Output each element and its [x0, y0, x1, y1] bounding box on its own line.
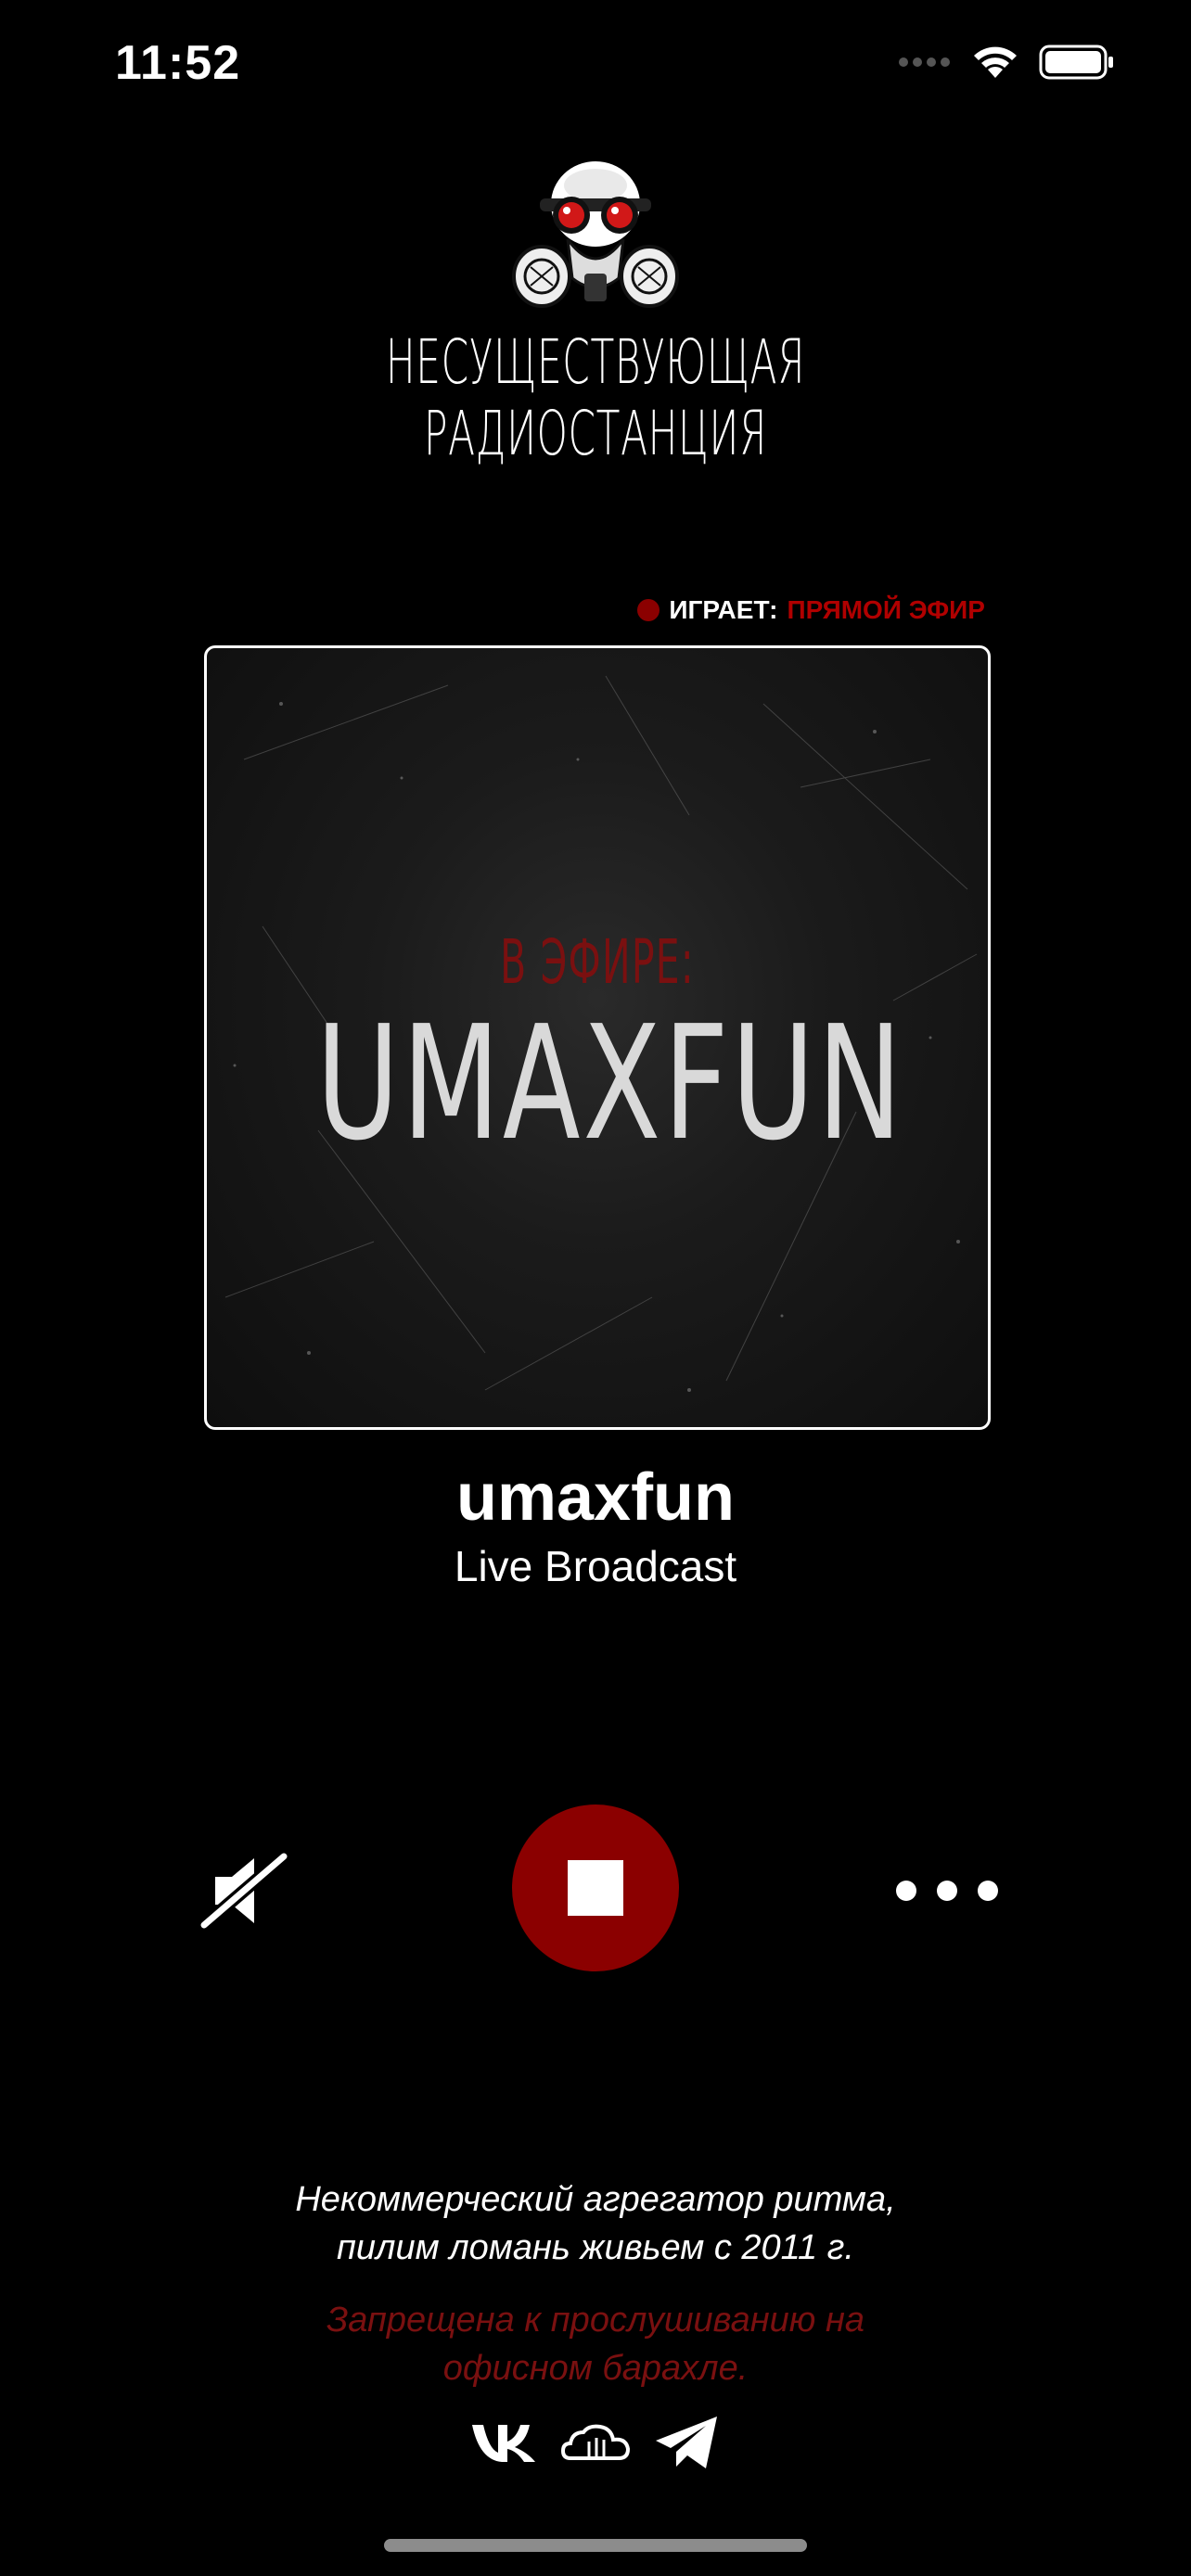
status-indicators — [898, 45, 1115, 80]
soundcloud-icon[interactable] — [561, 2419, 632, 2466]
station-title: НЕСУЩЕСТВУЮЩАЯ РАДИОСТАНЦИЯ — [385, 326, 806, 469]
telegram-icon[interactable] — [654, 2415, 721, 2470]
gas-mask-skull-icon — [512, 161, 679, 308]
social-links — [0, 2415, 1191, 2470]
footer-line-2: пилим ломань живьем с 2011 г. — [337, 2228, 854, 2267]
stop-button[interactable] — [512, 1804, 679, 1971]
footer-warning-line-2: офисном барахле. — [442, 2349, 749, 2388]
now-playing-label: ИГРАЕТ: — [669, 595, 778, 624]
track-title: umaxfun — [455, 1460, 736, 1535]
wifi-icon — [974, 46, 1017, 78]
now-playing-status: ИГРАЕТ: ПРЯМОЙ ЭФИР — [637, 595, 985, 625]
home-indicator[interactable] — [384, 2539, 807, 2552]
cover-artwork: В ЭФИРЕ: UMAXFUN — [204, 645, 991, 1430]
battery-icon — [1039, 45, 1113, 80]
stop-icon — [568, 1860, 623, 1916]
footer-warning-line-1: Запрещена к прослушиванию на — [326, 2301, 864, 2340]
artwork-dj-name: UMAXFUN — [315, 992, 905, 1176]
track-subtitle: Live Broadcast — [454, 1542, 737, 1590]
signal-icon — [899, 57, 950, 67]
footer-line-1: Некоммерческий агрегатор ритма, — [295, 2180, 896, 2219]
artwork-on-air-text: В ЭФИРЕ: — [500, 926, 695, 998]
now-playing-value: ПРЯМОЙ ЭФИР — [787, 595, 986, 624]
vk-icon[interactable] — [470, 2419, 539, 2466]
more-dots-icon[interactable] — [896, 1877, 998, 1905]
live-dot-icon — [637, 599, 660, 621]
status-time: 11:52 — [115, 36, 241, 90]
footer-warning: Запрещена к прослушиванию на офисном бар… — [0, 2296, 1191, 2392]
speaker-muted-icon[interactable] — [197, 1849, 289, 1932]
footer-description: Некоммерческий агрегатор ритма, пилим ло… — [0, 2175, 1191, 2272]
